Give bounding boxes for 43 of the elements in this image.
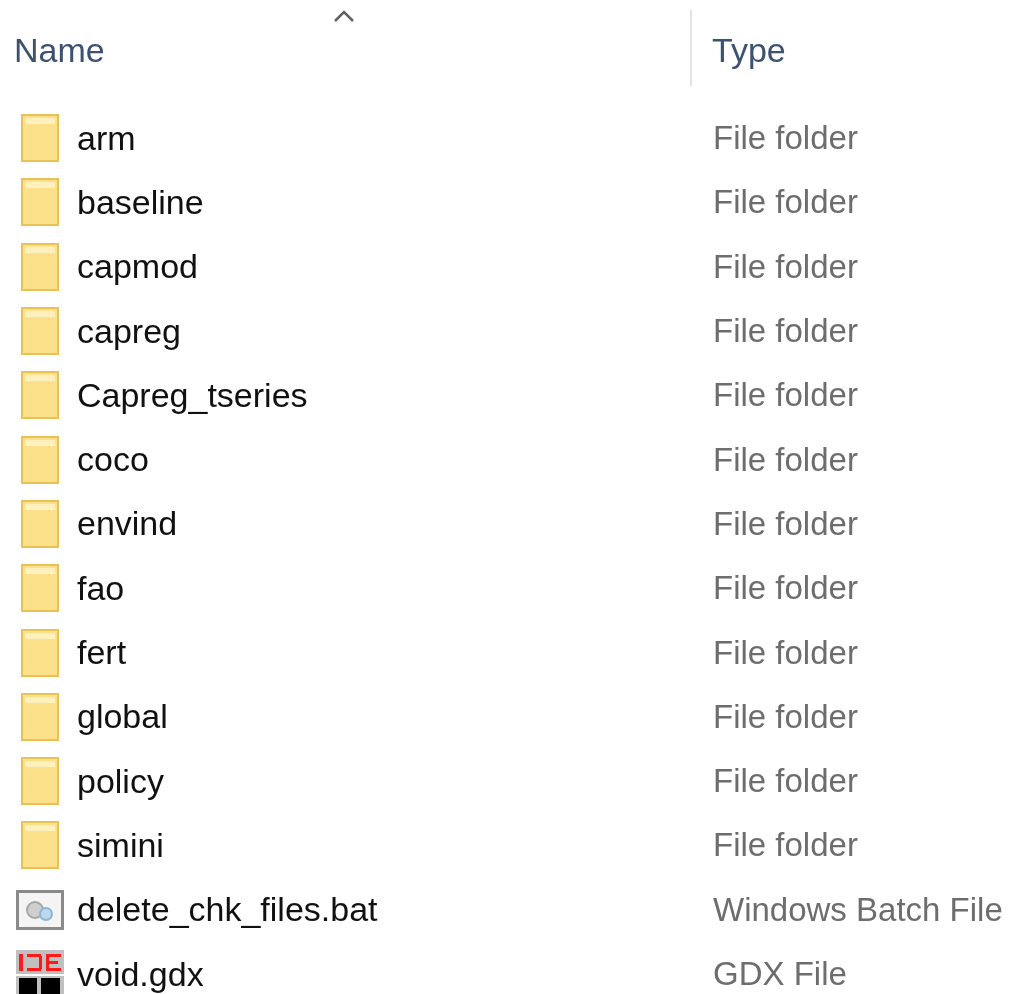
file-name[interactable]: policy <box>77 761 164 801</box>
file-name[interactable]: arm <box>77 118 136 158</box>
file-type: File folder <box>713 504 858 543</box>
folder-icon <box>21 692 59 741</box>
file-type: File folder <box>713 569 858 608</box>
file-type: File folder <box>713 697 858 736</box>
file-type: GDX File <box>713 955 847 993</box>
file-name[interactable]: capreg <box>77 311 181 351</box>
file-type: File folder <box>713 376 858 415</box>
file-type: File folder <box>713 762 858 801</box>
file-name[interactable]: capmod <box>77 247 198 287</box>
file-name[interactable]: simini <box>77 825 164 865</box>
folder-icon <box>21 114 59 163</box>
file-type: File folder <box>713 826 858 865</box>
file-type: File folder <box>713 312 858 351</box>
folder-icon <box>21 242 59 291</box>
file-type: File folder <box>713 119 858 158</box>
column-header[interactable]: Type <box>712 32 786 68</box>
file-type: File folder <box>713 183 858 222</box>
file-name[interactable]: fert <box>77 633 127 672</box>
file-name[interactable]: baseline <box>77 182 204 222</box>
folder-icon <box>21 628 59 677</box>
folder-icon <box>21 499 59 548</box>
folder-icon <box>21 757 59 806</box>
file-name[interactable]: coco <box>77 440 149 480</box>
file-name[interactable]: fao <box>77 568 125 608</box>
folder-icon <box>21 564 59 613</box>
file-name[interactable]: void.gdx <box>77 954 204 994</box>
file-name[interactable]: delete_chk_files.bat <box>77 890 378 930</box>
folder-icon <box>21 371 59 420</box>
folder-icon <box>21 307 59 356</box>
gears-icon <box>16 889 64 930</box>
folder-icon <box>21 178 59 227</box>
file-type: File folder <box>713 440 858 479</box>
folder-icon <box>21 435 59 484</box>
file-type: File folder <box>713 633 858 672</box>
folder-icon <box>21 821 59 870</box>
column-header[interactable]: Name <box>14 32 105 68</box>
file-name[interactable]: Capreg_tseries <box>77 375 308 415</box>
file-name[interactable]: global <box>77 697 168 737</box>
file-type: File folder <box>713 247 858 286</box>
file-type: Windows Batch File <box>713 890 1003 929</box>
file-name[interactable]: envind <box>77 504 178 544</box>
